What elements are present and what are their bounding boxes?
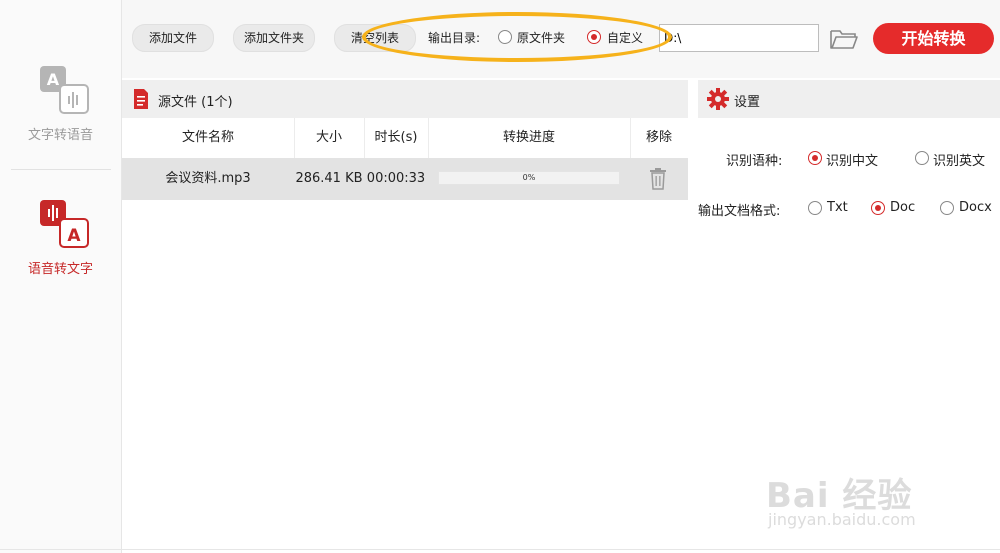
settings-panel-header: 设置 <box>698 80 1000 118</box>
gear-icon <box>707 88 729 110</box>
svg-text:A: A <box>67 226 81 246</box>
radio-docx-label: Docx <box>959 200 992 215</box>
sidebar-divider <box>11 169 111 170</box>
sidebar: A 文字转语音 A 语音转文字 <box>0 0 122 553</box>
language-label: 识别语种: <box>726 154 783 169</box>
output-path-input[interactable] <box>659 24 819 52</box>
radio-source-folder[interactable] <box>498 30 512 44</box>
output-dir-label: 输出目录: <box>428 31 481 45</box>
radio-english-label: 识别英文 <box>933 154 986 169</box>
sidebar-item-label: 语音转文字 <box>27 262 93 277</box>
folder-open-icon[interactable] <box>829 28 859 50</box>
document-icon <box>134 89 148 109</box>
radio-chinese[interactable] <box>808 151 822 165</box>
watermark-url: jingyan.baidu.com <box>768 510 916 529</box>
add-folder-button[interactable]: 添加文件夹 <box>233 24 315 52</box>
settings-title: 设置 <box>734 95 761 110</box>
trash-icon[interactable] <box>649 168 667 190</box>
speech-to-text-icon: A <box>40 200 89 248</box>
format-label: 输出文档格式: <box>698 204 781 219</box>
radio-source-folder-label: 原文件夹 <box>517 31 566 45</box>
source-panel-header: 源文件 (1个) <box>122 80 688 118</box>
sidebar-item-label: 文字转语音 <box>27 128 93 143</box>
clear-list-button[interactable]: 清空列表 <box>334 24 416 52</box>
progress-bar: 0% <box>438 171 620 185</box>
text-to-speech-icon: A <box>40 66 89 114</box>
sidebar-item-text-to-speech[interactable]: A 文字转语音 <box>0 66 121 146</box>
file-size-cell: 286.41 KB <box>295 171 363 186</box>
radio-english[interactable] <box>915 151 929 165</box>
radio-doc[interactable] <box>871 201 885 215</box>
svg-text:A: A <box>47 70 60 89</box>
column-header-size: 大小 <box>315 130 342 145</box>
radio-txt-label: Txt <box>827 200 848 215</box>
bottom-divider <box>0 549 1000 550</box>
column-header-remove: 移除 <box>645 130 672 145</box>
add-file-button[interactable]: 添加文件 <box>132 24 214 52</box>
radio-custom[interactable] <box>587 30 601 44</box>
file-table-header: 文件名称 大小 时长(s) 转换进度 移除 <box>122 118 688 159</box>
radio-docx[interactable] <box>940 201 954 215</box>
radio-doc-label: Doc <box>890 200 916 215</box>
sidebar-item-speech-to-text[interactable]: A 语音转文字 <box>0 200 121 280</box>
column-header-duration: 时长(s) <box>374 130 418 145</box>
source-panel-title: 源文件 (1个) <box>158 95 233 110</box>
column-header-name: 文件名称 <box>181 130 234 145</box>
column-header-progress: 转换进度 <box>502 130 555 145</box>
file-name-cell: 会议资料.mp3 <box>165 171 251 186</box>
start-convert-button[interactable]: 开始转换 <box>873 23 994 54</box>
radio-txt[interactable] <box>808 201 822 215</box>
file-duration-cell: 00:00:33 <box>366 171 426 186</box>
radio-chinese-label: 识别中文 <box>826 154 879 169</box>
radio-custom-label: 自定义 <box>607 31 644 45</box>
